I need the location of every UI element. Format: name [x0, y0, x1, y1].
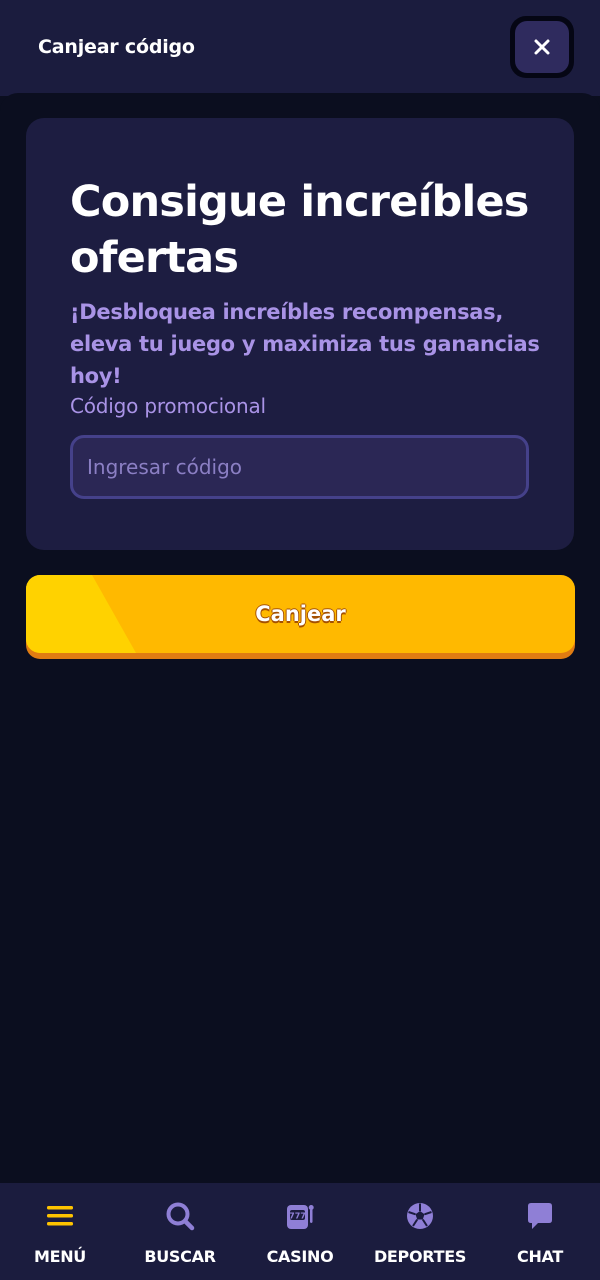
- nav-item-sports[interactable]: DEPORTES: [360, 1183, 480, 1280]
- soccer-ball-icon: [403, 1199, 437, 1233]
- redeem-button[interactable]: Canjear: [26, 575, 575, 653]
- bottom-navigation: MENÚ BUSCAR 777 CASINO DEPORTES CHAT: [0, 1183, 600, 1280]
- nav-label-search: BUSCAR: [144, 1247, 216, 1266]
- promo-code-input[interactable]: [70, 435, 529, 499]
- nav-label-sports: DEPORTES: [373, 1247, 467, 1266]
- svg-text:777: 777: [289, 1212, 306, 1221]
- search-icon: [163, 1199, 197, 1233]
- nav-item-casino[interactable]: 777 CASINO: [240, 1183, 360, 1280]
- top-header: Canjear código: [0, 0, 600, 96]
- chat-bubble-icon: [523, 1199, 557, 1233]
- close-button-face[interactable]: [515, 21, 569, 73]
- close-button[interactable]: [510, 16, 574, 78]
- nav-item-search[interactable]: BUSCAR: [120, 1183, 240, 1280]
- slot-machine-icon: 777: [283, 1199, 317, 1233]
- nav-label-casino: CASINO: [266, 1247, 334, 1266]
- redeem-button-label: Canjear: [255, 602, 346, 626]
- promo-subtitle: ¡Desbloquea increíbles recompensas, elev…: [70, 300, 540, 388]
- promo-title: Consigue increíbles ofertas: [70, 177, 529, 283]
- redeem-code-screen: Canjear código Consigue increíbles ofert…: [0, 0, 600, 1280]
- close-icon: [534, 39, 550, 55]
- promo-code-label: Código promocional: [70, 394, 266, 418]
- main-content: Consigue increíbles ofertas ¡Desbloquea …: [0, 93, 600, 1183]
- button-shine: [26, 575, 136, 653]
- nav-item-chat[interactable]: CHAT: [480, 1183, 600, 1280]
- menu-icon: [43, 1199, 77, 1233]
- promo-card: Consigue increíbles ofertas ¡Desbloquea …: [26, 118, 574, 550]
- nav-label-chat: CHAT: [517, 1247, 563, 1266]
- header-title: Canjear código: [38, 36, 195, 58]
- nav-label-menu: MENÚ: [33, 1247, 87, 1266]
- nav-item-menu[interactable]: MENÚ: [0, 1183, 120, 1280]
